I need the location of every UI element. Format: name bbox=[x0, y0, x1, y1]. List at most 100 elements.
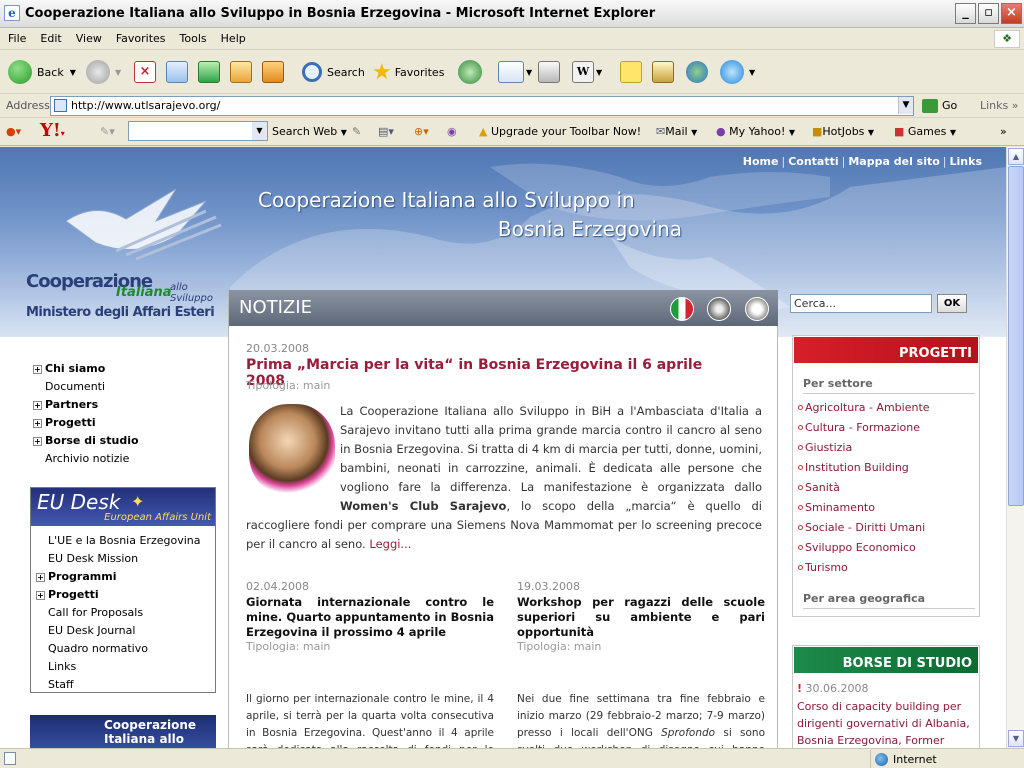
search-button[interactable]: Search bbox=[302, 56, 365, 88]
expand-icon[interactable]: + bbox=[33, 365, 42, 374]
english-flag-icon[interactable] bbox=[745, 297, 769, 321]
eu-item[interactable]: Quadro normativo bbox=[36, 640, 214, 658]
settore-item[interactable]: Sviluppo Economico bbox=[798, 538, 930, 558]
search-web-button[interactable]: Search Web ▼ bbox=[272, 125, 347, 138]
history-button[interactable] bbox=[458, 56, 487, 88]
news-title-left[interactable]: Giornata internazionale contro le mine. … bbox=[246, 595, 494, 640]
menu-view[interactable]: View bbox=[68, 28, 108, 50]
layout-icon[interactable]: ▤▾ bbox=[378, 125, 394, 138]
expand-icon[interactable]: + bbox=[33, 419, 42, 428]
expand-icon[interactable]: + bbox=[33, 401, 42, 410]
scroll-thumb[interactable] bbox=[1008, 166, 1024, 506]
close-button[interactable]: × bbox=[1001, 3, 1022, 24]
settore-item[interactable]: Institution Building bbox=[798, 458, 930, 478]
mail-button[interactable]: ▼ bbox=[498, 56, 532, 88]
nav-borse-di-studio[interactable]: + Borse di studio bbox=[33, 432, 223, 450]
menu-help[interactable]: Help bbox=[213, 28, 252, 50]
hotjobs-link[interactable]: ■HotJobs ▼ bbox=[812, 125, 874, 138]
links-toolbar[interactable]: Links » bbox=[980, 99, 1019, 112]
settore-item[interactable]: Sociale - Diritti Umani bbox=[798, 518, 930, 538]
address-dropdown-icon[interactable]: ▼ bbox=[898, 97, 913, 114]
news-title-right[interactable]: Workshop per ragazzi delle scuole superi… bbox=[517, 595, 765, 640]
eu-item[interactable]: Staff bbox=[36, 676, 214, 694]
home-button[interactable] bbox=[198, 56, 220, 88]
eu-item[interactable]: L'UE e la Bosnia Erzegovina bbox=[36, 532, 214, 550]
pencil-icon[interactable]: ✎ bbox=[352, 125, 361, 138]
menu-tools[interactable]: Tools bbox=[172, 28, 213, 50]
nav-partners[interactable]: + Partners bbox=[33, 396, 223, 414]
forward-button[interactable]: ▼ bbox=[86, 56, 121, 88]
go-arrow-icon bbox=[922, 99, 938, 113]
settore-item[interactable]: Turismo bbox=[798, 558, 930, 578]
italian-flag-icon[interactable] bbox=[670, 297, 694, 321]
minimize-button[interactable]: _ bbox=[955, 3, 976, 24]
expand-icon[interactable]: + bbox=[33, 437, 42, 446]
upgrade-toolbar-link[interactable]: ▲ Upgrade your Toolbar Now! bbox=[479, 125, 641, 138]
crosshair-icon[interactable]: ⊕▾ bbox=[414, 125, 429, 138]
toolbar-menu-icon[interactable]: ●▾ bbox=[6, 125, 21, 138]
bosnian-flag-icon[interactable] bbox=[707, 297, 731, 321]
home-page-button[interactable] bbox=[262, 56, 284, 88]
eu-item-progetti[interactable]: + Progetti bbox=[36, 586, 214, 604]
search-input[interactable]: Cerca... bbox=[790, 294, 932, 313]
eu-item[interactable]: Links bbox=[36, 658, 214, 676]
scroll-down-icon[interactable]: ▼ bbox=[1008, 730, 1024, 747]
back-button[interactable]: Back ▼ bbox=[8, 56, 76, 88]
vertical-scrollbar[interactable]: ▲ ▼ bbox=[1006, 147, 1024, 748]
eu-item[interactable]: EU Desk Journal bbox=[36, 622, 214, 640]
address-input[interactable]: http://www.utlsarajevo.org/ bbox=[50, 96, 914, 116]
favorites-button[interactable]: ★ Favorites bbox=[372, 56, 444, 88]
settore-item[interactable]: Sanità bbox=[798, 478, 930, 498]
go-button[interactable]: Go bbox=[922, 99, 957, 113]
menu-favorites[interactable]: Favorites bbox=[108, 28, 172, 50]
refresh-button[interactable] bbox=[166, 56, 188, 88]
highlight-icon[interactable]: ✎▾ bbox=[100, 125, 115, 138]
scroll-up-icon[interactable]: ▲ bbox=[1008, 148, 1024, 165]
edit-button[interactable]: W ▼ bbox=[572, 56, 602, 88]
my-yahoo-link[interactable]: ● My Yahoo! ▼ bbox=[716, 125, 795, 138]
cooperazione-banner[interactable]: Cooperazione Italiana allo bbox=[30, 715, 216, 748]
media-button[interactable] bbox=[230, 56, 252, 88]
menu-edit[interactable]: Edit bbox=[32, 28, 67, 50]
nav-links-link[interactable]: Links bbox=[950, 155, 982, 168]
print-button[interactable] bbox=[538, 56, 560, 88]
headphones-icon[interactable]: ◉ bbox=[447, 125, 457, 138]
nav-progetti[interactable]: + Progetti bbox=[33, 414, 223, 432]
expand-icon[interactable]: + bbox=[36, 573, 45, 582]
research-button[interactable] bbox=[652, 56, 674, 88]
nav-home-link[interactable]: Home bbox=[743, 155, 779, 168]
expand-icon[interactable]: + bbox=[36, 591, 45, 600]
games-link[interactable]: ■ Games ▼ bbox=[894, 125, 956, 138]
nav-archivio-notizie[interactable]: Archivio notizie bbox=[33, 450, 223, 468]
stop-button[interactable]: × bbox=[134, 56, 156, 88]
eu-item[interactable]: EU Desk Mission bbox=[36, 550, 214, 568]
borse-text[interactable]: Corso di capacity building per dirigenti… bbox=[797, 698, 977, 748]
maximize-button[interactable]: ▫ bbox=[978, 3, 999, 24]
read-more-link[interactable]: Leggi... bbox=[369, 537, 411, 551]
nav-chi-siamo[interactable]: + Chi siamo bbox=[33, 360, 223, 378]
search-dropdown-icon[interactable]: ▼ bbox=[252, 122, 267, 140]
discuss-button[interactable] bbox=[620, 56, 642, 88]
eu-desk-banner[interactable]: EU Desk ✦ European Affairs Unit bbox=[31, 488, 215, 526]
menu-file[interactable]: File bbox=[0, 28, 32, 50]
yahoo-logo-icon[interactable]: Y!▾ bbox=[40, 121, 65, 143]
nav-mappa-link[interactable]: Mappa del sito bbox=[848, 155, 939, 168]
settore-item[interactable]: Giustizia bbox=[798, 438, 930, 458]
settore-item[interactable]: Cultura - Formazione bbox=[798, 418, 930, 438]
yahoo-search-input[interactable]: ▼ bbox=[128, 121, 268, 141]
dove-logo-icon bbox=[65, 188, 222, 261]
toolbar-overflow-icon[interactable]: » bbox=[1000, 125, 1007, 138]
messenger-button[interactable] bbox=[686, 56, 708, 88]
nav-documenti[interactable]: Documenti bbox=[33, 378, 223, 396]
settore-item[interactable]: Agricoltura - Ambiente bbox=[798, 398, 930, 418]
mail-link[interactable]: ✉Mail ▼ bbox=[656, 125, 697, 138]
search-ok-button[interactable]: OK bbox=[937, 294, 967, 313]
eu-item[interactable]: Call for Proposals bbox=[36, 604, 214, 622]
eu-item-programmi[interactable]: + Programmi bbox=[36, 568, 214, 586]
refresh-icon bbox=[166, 61, 188, 83]
featured-text: La Cooperazione Italiana allo Sviluppo i… bbox=[246, 404, 763, 551]
skype-button[interactable]: ▼ bbox=[720, 56, 755, 88]
settore-item[interactable]: Sminamento bbox=[798, 498, 930, 518]
mail-icon bbox=[498, 61, 524, 83]
nav-contatti-link[interactable]: Contatti bbox=[788, 155, 838, 168]
